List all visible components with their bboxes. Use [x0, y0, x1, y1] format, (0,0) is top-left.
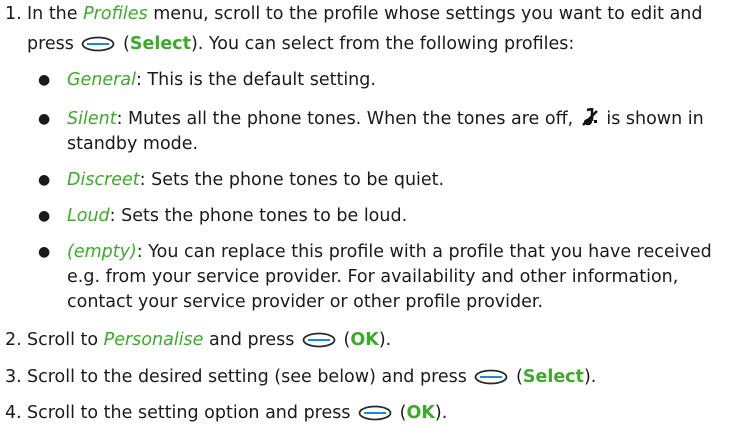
- selection-key-icon: [358, 405, 392, 421]
- profile-desc: is shown in: [600, 109, 704, 129]
- step-text: and press: [203, 330, 300, 350]
- profile-empty-line-3: contact your service provider or other p…: [67, 292, 544, 312]
- bullet: ●: [38, 244, 51, 260]
- profile-general: General: This is the default setting.: [67, 68, 376, 92]
- selection-key-icon: [475, 369, 508, 385]
- step-text: (: [337, 330, 351, 350]
- profile-name: Silent: [67, 109, 117, 129]
- step-text: Scroll to the setting option and press: [27, 403, 357, 423]
- bullet: ●: [38, 111, 51, 127]
- step-number: 3.: [5, 367, 22, 387]
- step-text: press: [27, 34, 80, 54]
- softkey-label-ok: OK: [406, 403, 435, 423]
- profile-empty-line-2: e.g. from your service provider. For ava…: [67, 267, 679, 287]
- step-number: 2.: [5, 330, 22, 350]
- step-text: (: [394, 403, 407, 423]
- profile-name: Loud: [67, 206, 110, 226]
- profile-name: Discreet: [67, 170, 140, 190]
- menu-term-profiles: Profiles: [83, 4, 148, 24]
- profile-loud: Loud: Sets the phone tones to be loud.: [67, 204, 407, 228]
- softkey-label-ok: OK: [350, 330, 379, 350]
- profile-name: (empty): [67, 242, 137, 262]
- silent-profile-icon: [581, 108, 598, 126]
- step-1-line-1: In the Profiles menu, scroll to the prof…: [27, 2, 703, 26]
- selection-key-icon: [82, 36, 115, 52]
- step-4: Scroll to the setting option and press (…: [27, 401, 447, 425]
- step-number: 4.: [5, 403, 22, 423]
- profile-name: General: [67, 70, 136, 90]
- profile-desc: : Sets the phone tones to be quiet.: [139, 170, 445, 190]
- step-text: ). You can select from the following pro…: [190, 34, 575, 54]
- profile-silent-line-2: standby mode.: [67, 134, 199, 154]
- softkey-label-select: Select: [129, 34, 191, 54]
- step-text: ).: [378, 330, 392, 350]
- softkey-label-select: Select: [522, 367, 584, 387]
- step-number: 1.: [5, 4, 22, 24]
- profile-desc: : This is the default setting.: [135, 70, 376, 90]
- profile-discreet: Discreet: Sets the phone tones to be qui…: [67, 168, 444, 192]
- step-1-line-2: press (Select). You can select from the …: [27, 32, 574, 56]
- profile-desc: : Sets the phone tones to be loud.: [109, 206, 408, 226]
- profile-desc: : Mutes all the phone tones. When the to…: [116, 109, 579, 129]
- step-text: ).: [583, 367, 597, 387]
- step-text: Scroll to: [27, 330, 104, 350]
- profile-desc: : You can replace this profile with a pr…: [136, 242, 712, 262]
- step-text: Scroll to the desired setting (see below…: [27, 367, 473, 387]
- step-3: Scroll to the desired setting (see below…: [27, 365, 596, 389]
- step-text: In the: [27, 4, 84, 24]
- bullet: ●: [38, 208, 51, 224]
- step-text: (: [117, 34, 130, 54]
- bullet: ●: [38, 172, 51, 188]
- bullet: ●: [38, 72, 51, 88]
- menu-term-personalise: Personalise: [103, 330, 204, 350]
- step-2: Scroll to Personalise and press (OK).: [27, 328, 391, 352]
- profile-empty: (empty): You can replace this profile wi…: [67, 240, 712, 264]
- step-text: ).: [434, 403, 448, 423]
- step-text: (: [510, 367, 523, 387]
- selection-key-icon: [302, 332, 336, 348]
- profile-silent: Silent: Mutes all the phone tones. When …: [67, 107, 704, 131]
- step-text: menu, scroll to the profile whose settin…: [147, 4, 703, 24]
